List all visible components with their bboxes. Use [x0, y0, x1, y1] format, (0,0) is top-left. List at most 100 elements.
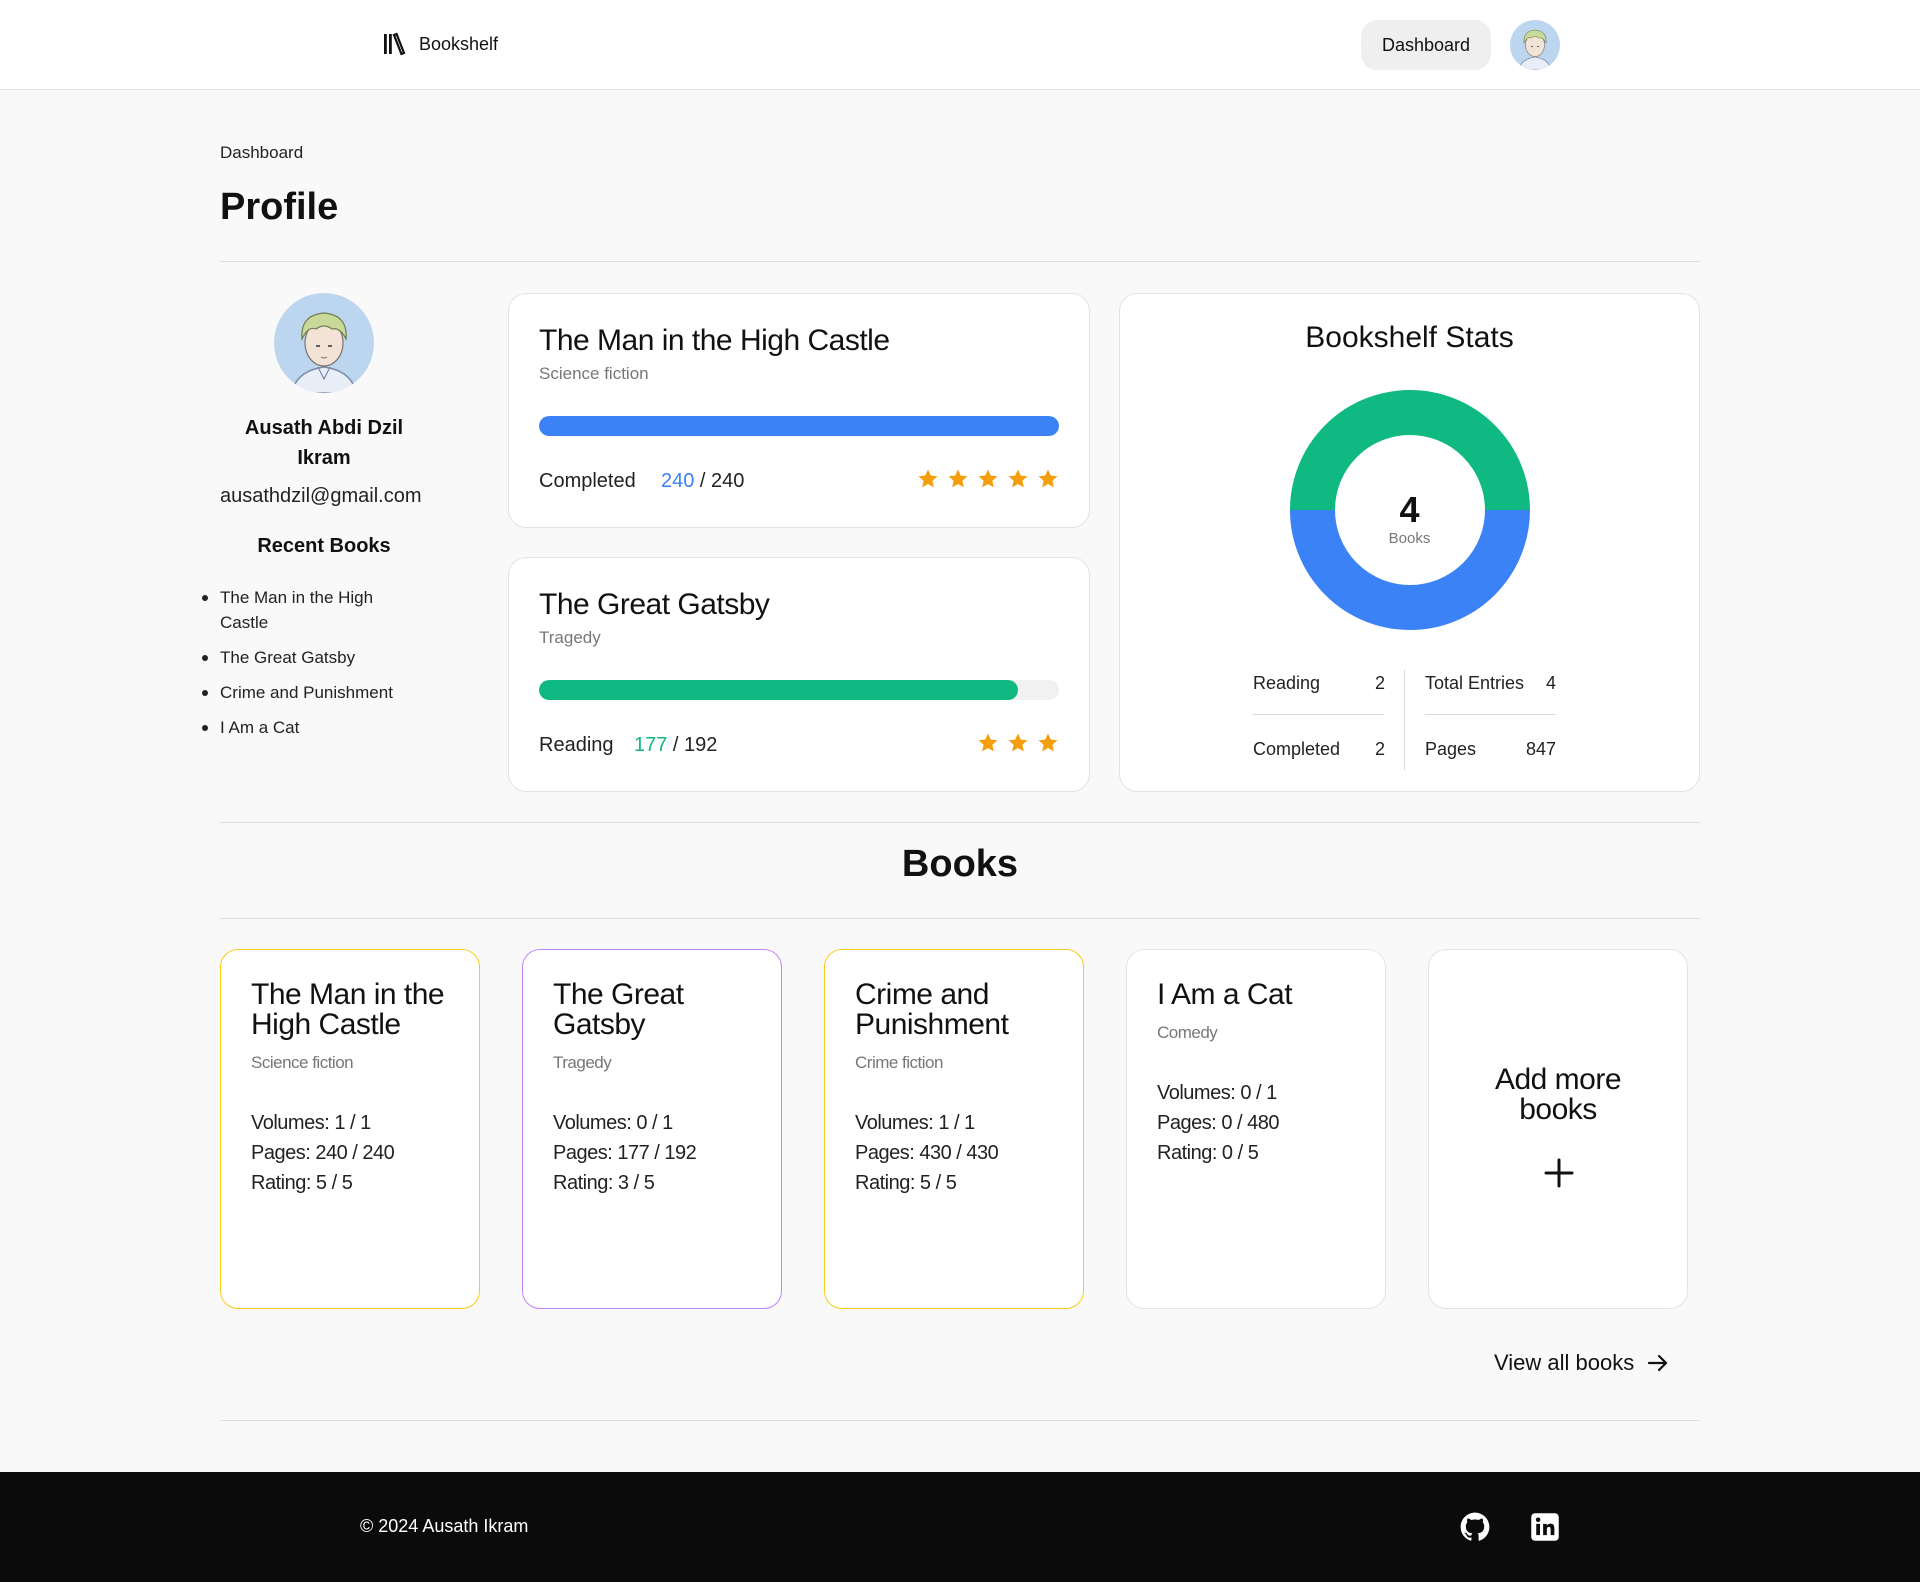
book-title: The Great Gatsby [539, 588, 770, 621]
divider [220, 822, 1700, 823]
github-link[interactable] [1460, 1512, 1490, 1542]
reading-progress-card[interactable]: The Man in the High Castle Science ficti… [508, 293, 1090, 528]
arrow-right-icon [1648, 1354, 1668, 1372]
reading-progress-card[interactable]: The Great Gatsby Tragedy Reading 177 / 1… [508, 557, 1090, 792]
recent-book-item[interactable]: The Man in the High Castle [202, 585, 420, 635]
reading-status: Reading [539, 734, 614, 756]
user-avatar-button[interactable] [1510, 20, 1560, 70]
book-title: The Man in the High Castle [539, 324, 890, 357]
book-card[interactable]: The Man in the High Castle Science ficti… [220, 949, 480, 1309]
pages-read: 177 [634, 734, 668, 756]
pages-read: 240 [661, 470, 695, 492]
book-card-text: I Am a Cat Comedy Volumes: 0 / 1 Pages: … [1157, 980, 1377, 1168]
pages-total: 192 [684, 734, 718, 756]
book-title: Crime and Punishment [855, 978, 1009, 1041]
copyright-text: © 2024 Ausath Ikram [360, 1516, 529, 1536]
book-rating: Rating: 3 / 5 [553, 1172, 655, 1194]
footer: © 2024 Ausath Ikram [0, 1472, 1920, 1582]
linkedin-icon [1531, 1513, 1559, 1541]
stat-pages-value: 847 [1525, 739, 1556, 759]
recent-book-item[interactable]: Crime and Punishment [202, 680, 420, 705]
star-rating [977, 732, 1059, 754]
star-icon [1008, 733, 1028, 752]
book-genre: Science fiction [251, 1053, 354, 1072]
book-volumes: Volumes: 1 / 1 [251, 1112, 371, 1134]
profile-avatar [274, 293, 374, 393]
book-volumes: Volumes: 0 / 1 [1157, 1082, 1277, 1104]
avatar-image [274, 293, 374, 393]
book-genre: Tragedy [553, 1053, 612, 1072]
book-card-text: The Man in the High Castle Science ficti… [251, 980, 471, 1198]
books-logo-icon [384, 32, 406, 56]
add-more-books-label: Add more books [1494, 1063, 1622, 1126]
brand-name: Bookshelf [419, 33, 499, 54]
avatar-image [1510, 20, 1560, 70]
stat-reading-label: Reading [1253, 673, 1321, 693]
progress-bar [539, 416, 1059, 436]
recent-book-item[interactable]: I Am a Cat [202, 715, 420, 740]
pages-separator: / [694, 470, 712, 492]
pages-separator: / [667, 734, 685, 756]
star-icon [1038, 733, 1058, 752]
stat-divider [1253, 714, 1384, 715]
book-pages: Pages: 240 / 240 [251, 1142, 395, 1164]
page-title: Profile [220, 186, 339, 228]
view-all-books-link[interactable]: View all books [1494, 1350, 1670, 1376]
book-genre: Tragedy [539, 628, 601, 647]
progress-fill [539, 416, 1059, 436]
stat-column-divider [1404, 670, 1405, 770]
breadcrumb[interactable]: Dashboard [220, 143, 303, 163]
book-pages: Pages: 177 / 192 [553, 1142, 697, 1164]
book-genre: Crime fiction [855, 1053, 943, 1072]
profile-email: ausathdzil@gmail.com [220, 485, 422, 507]
book-card[interactable]: Crime and Punishment Crime fiction Volum… [824, 949, 1084, 1309]
book-card-text: Crime and Punishment Crime fiction Volum… [855, 980, 1075, 1198]
profile-name: Ausath Abdi Dzil Ikram [244, 417, 404, 469]
reading-status: Completed [539, 470, 636, 492]
bookshelf-stats-card: Bookshelf Stats 4 Books Reading 2 Comple… [1119, 293, 1700, 792]
book-card[interactable]: I Am a Cat Comedy Volumes: 0 / 1 Pages: … [1126, 949, 1386, 1309]
divider [220, 261, 1700, 262]
recent-book-item[interactable]: The Great Gatsby [202, 645, 420, 670]
progress-fill [539, 680, 1019, 700]
github-icon [1460, 1512, 1490, 1541]
plus-icon [1544, 1158, 1574, 1188]
book-pages: Pages: 430 / 430 [855, 1142, 999, 1164]
recent-books-list: The Man in the High Castle The Great Gat… [202, 585, 420, 750]
book-volumes: Volumes: 1 / 1 [855, 1112, 975, 1134]
stat-pages-label: Pages [1425, 739, 1477, 759]
brand-link[interactable]: Bookshelf [381, 30, 498, 58]
recent-books-heading: Recent Books [257, 535, 391, 557]
book-card[interactable]: The Great Gatsby Tragedy Volumes: 0 / 1 … [522, 949, 782, 1309]
add-book-card[interactable]: Add more books [1428, 949, 1688, 1309]
view-all-books-label: View all books [1494, 1350, 1635, 1375]
book-rating: Rating: 5 / 5 [855, 1172, 957, 1194]
star-icon [1008, 469, 1028, 488]
star-rating [917, 468, 1059, 490]
donut-center-label: Books [1388, 530, 1431, 547]
donut-center-value: 4 [1399, 489, 1420, 530]
dashboard-nav-button[interactable]: Dashboard [1361, 20, 1491, 70]
page-count: 240 / 240 [661, 470, 744, 493]
star-icon [978, 733, 998, 752]
linkedin-link[interactable] [1530, 1512, 1560, 1542]
stat-divider [1425, 714, 1556, 715]
stat-completed-label: Completed [1253, 739, 1341, 759]
book-genre: Science fiction [539, 364, 649, 383]
star-icon [978, 469, 998, 488]
star-icon [1038, 469, 1058, 488]
book-title: The Great Gatsby [553, 978, 684, 1041]
books-section-title: Books [901, 843, 1019, 885]
book-rating: Rating: 5 / 5 [251, 1172, 353, 1194]
book-pages: Pages: 0 / 480 [1157, 1112, 1279, 1134]
book-title: The Man in the High Castle [251, 978, 445, 1041]
book-rating: Rating: 0 / 5 [1157, 1142, 1259, 1164]
star-icon [948, 469, 968, 488]
pages-total: 240 [711, 470, 745, 492]
page-count: 177 / 192 [634, 734, 717, 757]
book-title: I Am a Cat [1157, 978, 1293, 1011]
stats-title: Bookshelf Stats [1305, 321, 1514, 354]
stat-total-label: Total Entries [1425, 673, 1525, 693]
top-navbar: Bookshelf Dashboard [0, 0, 1920, 90]
book-card-text: The Great Gatsby Tragedy Volumes: 0 / 1 … [553, 980, 773, 1198]
